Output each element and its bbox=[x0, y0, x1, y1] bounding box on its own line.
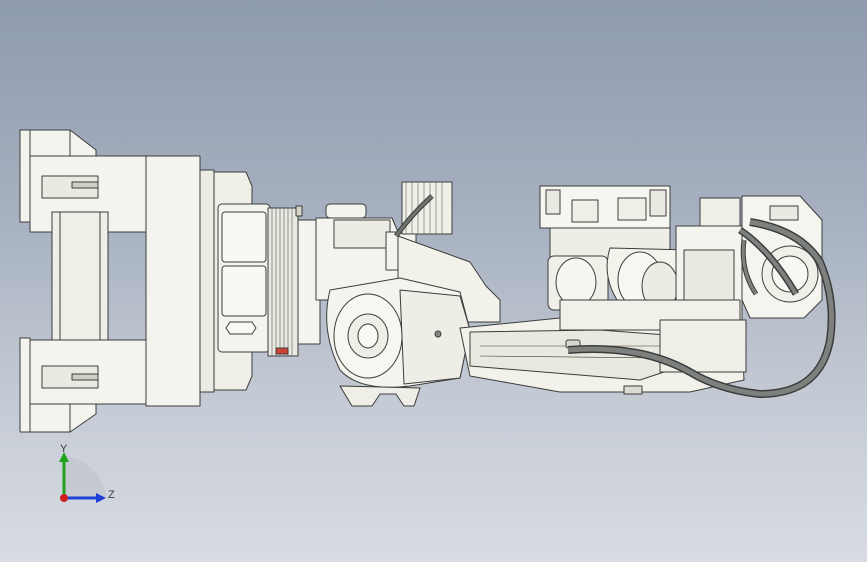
z-axis-label: Z bbox=[108, 489, 115, 501]
tool-flange[interactable] bbox=[145, 155, 321, 407]
cad-3d-viewport[interactable]: Y Z bbox=[0, 0, 867, 562]
robot-arm-model[interactable] bbox=[0, 0, 867, 562]
orientation-triad: Y Z bbox=[59, 443, 115, 503]
x-axis-origin bbox=[60, 494, 68, 502]
gripper-fork[interactable] bbox=[19, 129, 149, 433]
y-axis-label: Y bbox=[60, 443, 68, 455]
triad-plane bbox=[64, 456, 106, 498]
forearm[interactable] bbox=[326, 277, 471, 407]
